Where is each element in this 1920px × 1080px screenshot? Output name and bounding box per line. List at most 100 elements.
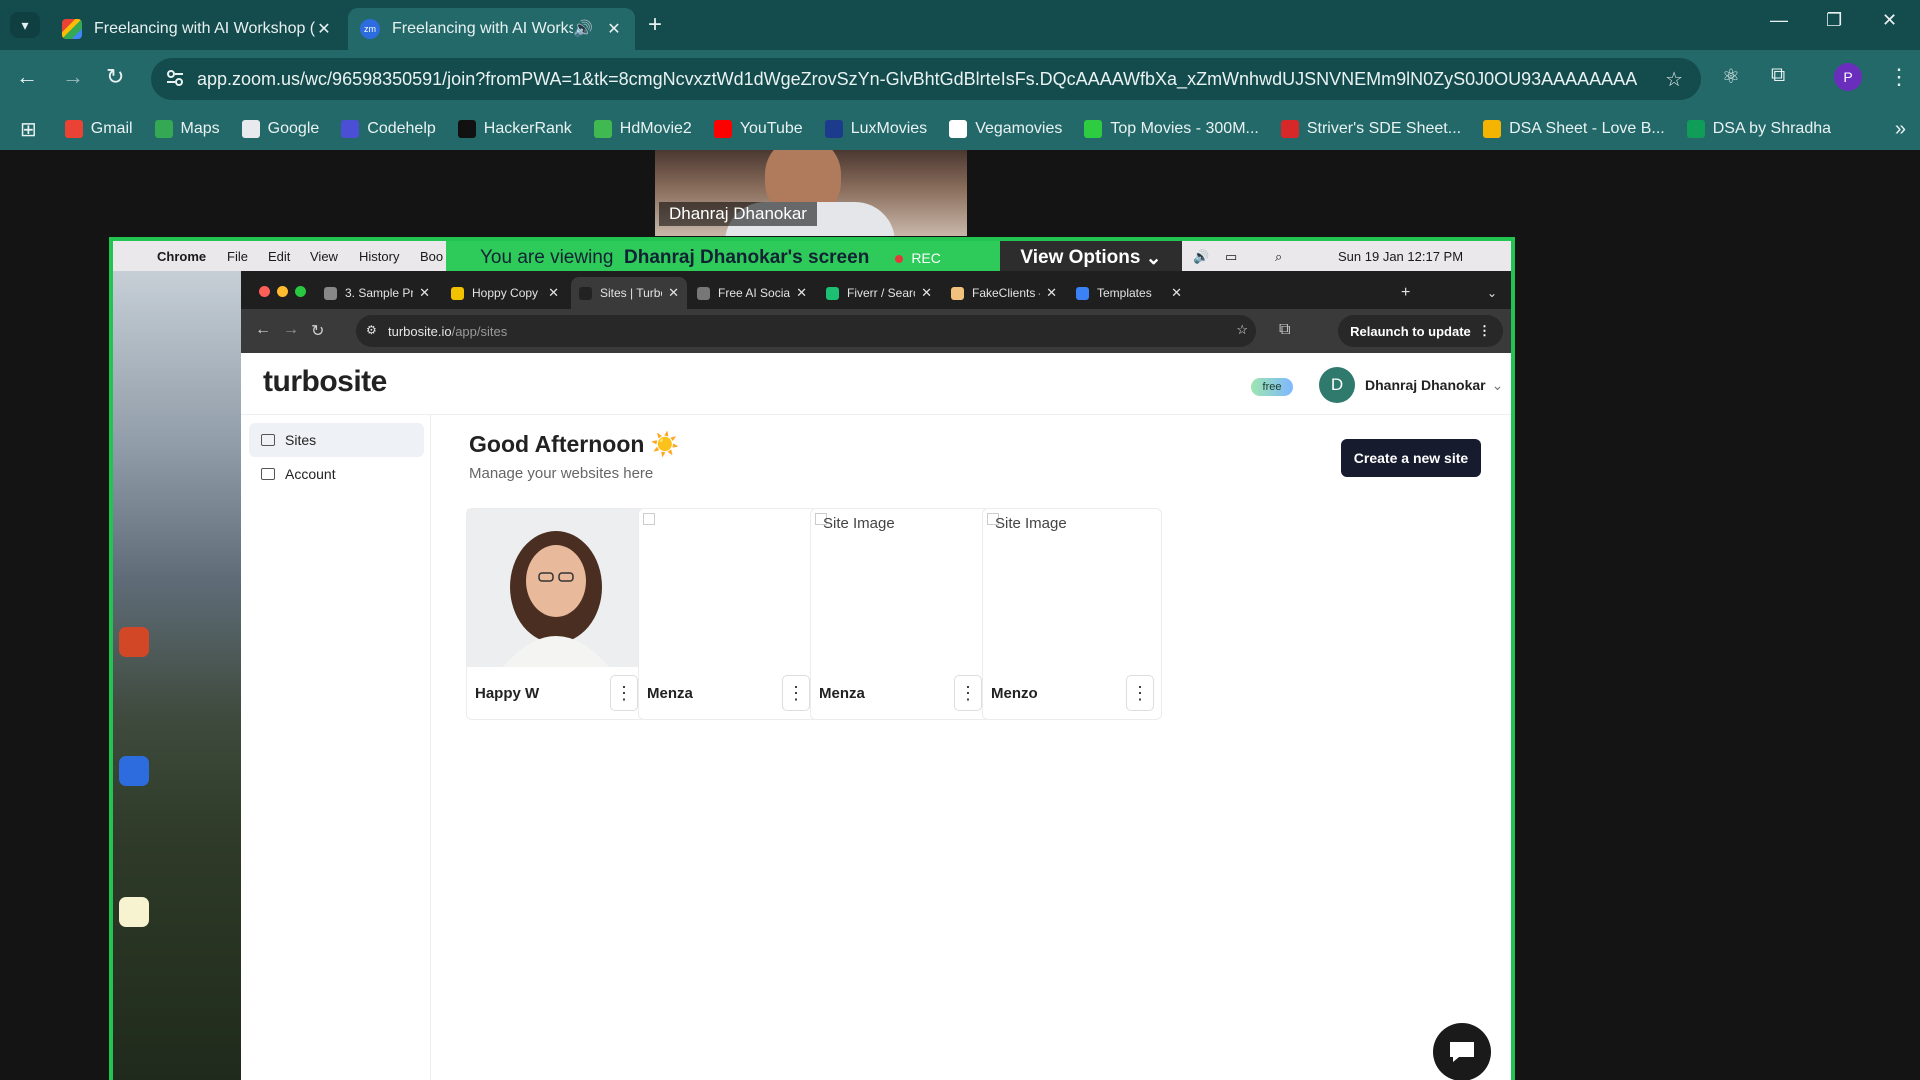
- bookmark-item[interactable]: DSA Sheet - Love B...: [1483, 120, 1665, 138]
- view-options-label: View Options: [1020, 247, 1141, 268]
- image-alt-text: Site Image: [995, 515, 1067, 532]
- bookmark-item[interactable]: YouTube: [713, 120, 803, 138]
- bookmark-item[interactable]: LuxMovies: [824, 120, 927, 138]
- browser-toolbar: ← → ↻ app.zoom.us/wc/96598350591/join?fr…: [0, 50, 1920, 108]
- site-card[interactable]: Menza ⋮: [638, 508, 818, 720]
- plan-badge[interactable]: free: [1251, 378, 1293, 396]
- inner-extensions-icon[interactable]: ⧉: [1279, 321, 1290, 339]
- minimize-icon[interactable]: —: [1770, 10, 1788, 31]
- inner-tab[interactable]: FakeClients — D ✕: [943, 277, 1065, 309]
- forward-icon[interactable]: →: [62, 64, 84, 90]
- inner-tab[interactable]: Sites | Turbosite ✕: [571, 277, 687, 309]
- close-tab-icon[interactable]: ✕: [605, 19, 623, 39]
- relaunch-button[interactable]: Relaunch to update ⋮: [1338, 315, 1503, 347]
- close-tab-icon[interactable]: ✕: [1046, 285, 1057, 301]
- tab-title: Templates: [1097, 286, 1152, 300]
- bookmark-star-icon[interactable]: ☆: [1665, 67, 1683, 92]
- new-tab-button[interactable]: +: [648, 11, 662, 39]
- bookmark-item[interactable]: HdMovie2: [593, 120, 692, 138]
- zoom-dock-icon: [119, 756, 149, 786]
- close-tab-icon[interactable]: ✕: [548, 285, 559, 301]
- extensions-puzzle-icon[interactable]: ⧉: [1771, 64, 1785, 87]
- zoom-light[interactable]: [295, 286, 306, 297]
- site-thumbnail: [467, 509, 645, 667]
- browser-tab-gmail[interactable]: Freelancing with AI Workshop ( ✕: [50, 8, 345, 50]
- close-light[interactable]: [259, 286, 270, 297]
- extension-icon[interactable]: ⚛: [1722, 64, 1740, 89]
- tab-search-button[interactable]: ▾: [10, 12, 40, 38]
- inner-forward-icon[interactable]: →: [283, 321, 299, 339]
- minimize-light[interactable]: [277, 286, 288, 297]
- bookmark-item[interactable]: Maps: [154, 120, 220, 138]
- image-alt-text: Site Image: [823, 515, 895, 532]
- bookmark-favicon-icon: [593, 120, 612, 138]
- bookmark-label: HdMovie2: [619, 120, 692, 137]
- inner-address-bar[interactable]: ⚙ turbosite.io/app/sites ☆: [356, 315, 1256, 347]
- browser-tab-zoom[interactable]: zm Freelancing with AI Worksh 🔊 ✕: [348, 8, 635, 50]
- inner-star-icon[interactable]: ☆: [1236, 322, 1248, 338]
- inner-tab-search-icon[interactable]: ⌄: [1479, 277, 1505, 309]
- sidebar-item-label: Sites: [285, 432, 317, 448]
- audio-icon[interactable]: 🔊: [573, 19, 593, 39]
- site-thumbnail: Site Image: [983, 509, 1161, 667]
- inner-back-icon[interactable]: ←: [255, 321, 271, 339]
- close-tab-icon[interactable]: ✕: [315, 19, 333, 39]
- bookmark-label: DSA by Shradha: [1712, 120, 1832, 137]
- bookmark-item[interactable]: Google: [241, 120, 319, 138]
- inner-tab[interactable]: Hoppy Copy - A ✕: [443, 277, 567, 309]
- inner-tab[interactable]: 3. Sample Proje ✕: [316, 277, 438, 309]
- bookmark-item[interactable]: DSA by Shradha: [1686, 120, 1832, 138]
- bookmark-item[interactable]: Gmail: [64, 120, 133, 138]
- close-tab-icon[interactable]: ✕: [668, 285, 679, 301]
- turbosite-logo[interactable]: turbosite: [263, 365, 387, 399]
- more-bookmarks-icon[interactable]: »: [1895, 118, 1906, 141]
- menu-history: History: [359, 249, 400, 264]
- menu-edit: Edit: [268, 249, 291, 264]
- chrome-menu-icon[interactable]: ⋮: [1888, 64, 1910, 90]
- apps-grid-icon[interactable]: ⊞: [20, 117, 37, 142]
- bookmark-label: Vegamovies: [975, 120, 1063, 137]
- bookmark-item[interactable]: Striver's SDE Sheet...: [1280, 120, 1461, 138]
- site-options-button[interactable]: ⋮: [610, 675, 638, 711]
- sidebar-item-account[interactable]: Account: [249, 457, 424, 491]
- reload-icon[interactable]: ↻: [106, 64, 124, 90]
- address-bar[interactable]: app.zoom.us/wc/96598350591/join?fromPWA=…: [151, 58, 1701, 100]
- close-tab-icon[interactable]: ✕: [921, 285, 932, 301]
- inner-tab[interactable]: Templates ✕: [1068, 277, 1190, 309]
- site-name: Menza: [819, 685, 865, 702]
- user-avatar: D: [1319, 367, 1355, 403]
- bookmark-item[interactable]: Vegamovies: [949, 120, 1062, 138]
- site-info-icon[interactable]: [165, 68, 185, 88]
- bookmark-favicon-icon: [1686, 120, 1705, 138]
- close-tab-icon[interactable]: ✕: [419, 285, 430, 301]
- close-tab-icon[interactable]: ✕: [796, 285, 807, 301]
- inner-site-info-icon[interactable]: ⚙: [366, 323, 377, 337]
- restore-icon[interactable]: ❐: [1826, 10, 1842, 31]
- back-icon[interactable]: ←: [16, 64, 38, 90]
- inner-reload-icon[interactable]: ↻: [311, 321, 324, 341]
- profile-avatar[interactable]: P: [1834, 63, 1862, 91]
- site-options-button[interactable]: ⋮: [954, 675, 982, 711]
- bookmark-label: Codehelp: [367, 120, 436, 137]
- inner-tab[interactable]: Free AI Social M ✕: [689, 277, 815, 309]
- site-card[interactable]: Site Image Menzo ⋮: [982, 508, 1162, 720]
- sidebar-item-label: Account: [285, 466, 336, 482]
- speaker-video-tile[interactable]: Dhanraj Dhanokar: [655, 150, 967, 236]
- inner-tab[interactable]: Fiverr / Search ✕: [818, 277, 940, 309]
- site-options-button[interactable]: ⋮: [1126, 675, 1154, 711]
- chat-widget-button[interactable]: [1433, 1023, 1491, 1080]
- inner-new-tab-button[interactable]: +: [1393, 277, 1418, 309]
- close-tab-icon[interactable]: ✕: [1171, 285, 1182, 301]
- site-options-button[interactable]: ⋮: [782, 675, 810, 711]
- tab-favicon-icon: [826, 286, 839, 300]
- bookmark-item[interactable]: HackerRank: [457, 120, 572, 138]
- bookmark-item[interactable]: Top Movies - 300M...: [1084, 120, 1259, 138]
- bookmark-item[interactable]: Codehelp: [341, 120, 436, 138]
- create-site-button[interactable]: Create a new site: [1341, 439, 1481, 477]
- close-window-icon[interactable]: ✕: [1882, 10, 1897, 31]
- bookmark-favicon-icon: [154, 120, 173, 138]
- site-card[interactable]: Site Image Menza ⋮: [810, 508, 990, 720]
- site-card[interactable]: Happy W ⋮: [466, 508, 646, 720]
- user-menu[interactable]: D Dhanraj Dhanokar ⌄: [1319, 367, 1503, 403]
- sidebar-item-sites[interactable]: Sites: [249, 423, 424, 457]
